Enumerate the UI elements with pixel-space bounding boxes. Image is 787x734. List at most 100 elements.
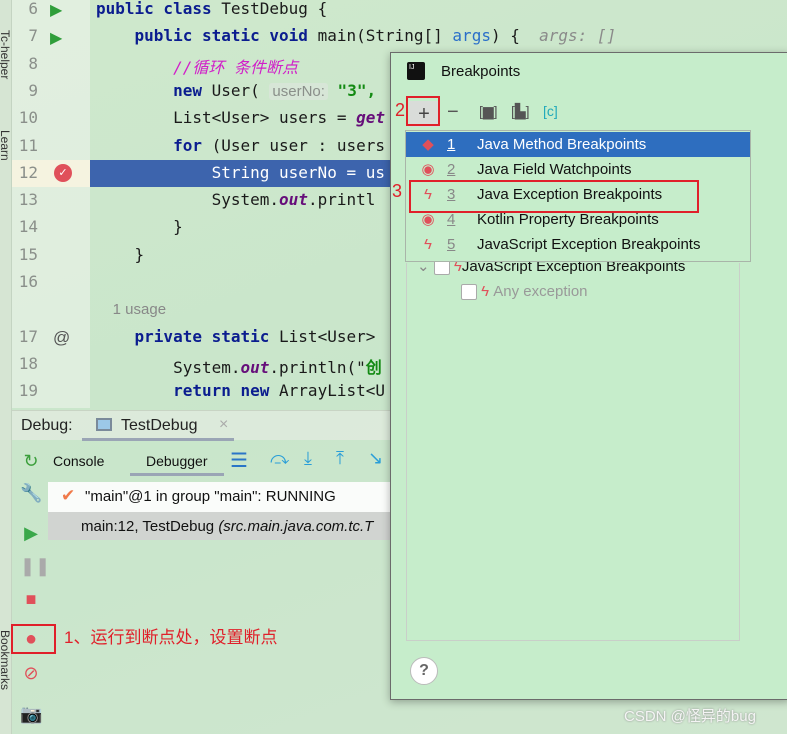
debug-label: Debug:	[21, 417, 73, 434]
tree-node[interactable]: ϟ Any exception	[461, 283, 588, 301]
thread-row[interactable]: ✔ "main"@1 in group "main": RUNNING	[48, 482, 390, 512]
code-line[interactable]: String userNo = us	[96, 163, 385, 182]
code-token: out	[240, 357, 270, 377]
rerun-icon[interactable]: ↻	[20, 450, 42, 472]
watermark: CSDN @怪异的bug	[624, 708, 756, 725]
breakpoint-icon[interactable]: ✓	[54, 164, 72, 182]
tab-console[interactable]: Console	[53, 453, 104, 469]
stop-icon[interactable]: ■	[20, 588, 42, 610]
menu-item-label: JavaScript Exception Breakpoints	[477, 236, 701, 253]
intellij-logo-icon: IJ	[407, 62, 425, 80]
frame-label: main:12, TestDebug (src.main.java.com.tc…	[81, 518, 374, 535]
close-icon[interactable]: ×	[219, 416, 228, 434]
menu-item-javascript-exception-breakpoints[interactable]: ϟ 5 JavaScript Exception Breakpoints	[406, 232, 750, 257]
camera-icon[interactable]: 📷	[20, 703, 42, 725]
code-token: System.	[96, 190, 280, 210]
line-number: 19	[18, 381, 38, 401]
highlight-box-step3	[409, 180, 699, 213]
side-tab-tc-helper[interactable]: Tc-helper	[0, 30, 12, 79]
remove-breakpoint-button[interactable]: −	[447, 101, 459, 124]
line-number: 18	[18, 353, 38, 373]
debug-toolbar: Debug: TestDebug ×	[12, 410, 390, 441]
line-number: 13	[18, 190, 38, 210]
code-token: (User user : users	[211, 135, 385, 155]
code-token: userNo:	[269, 82, 328, 100]
code-line[interactable]: }	[96, 245, 145, 264]
eye-icon: ◉	[421, 161, 435, 178]
highlight-box-step2	[406, 96, 440, 126]
mnemonic: 2	[447, 161, 456, 178]
code-token: .println("	[269, 357, 366, 377]
bolt-icon: ϟ	[481, 283, 490, 300]
code-line[interactable]: new User( userNo: "3",	[96, 81, 376, 100]
line-number: 7	[28, 26, 38, 46]
debugger-tabs: Console Debugger ☰ ⤼ ⤓ ⤒ ↘	[48, 445, 390, 478]
line-number: 15	[18, 244, 38, 264]
layout-menu-icon[interactable]: ☰	[230, 448, 248, 473]
tab-underline	[130, 473, 224, 476]
code-line[interactable]: System.out.println("创	[96, 354, 382, 378]
code-token: TestDebug {	[221, 0, 328, 18]
tab-debugger[interactable]: Debugger	[146, 453, 208, 469]
code-line[interactable]: List<User> users = get	[96, 108, 385, 127]
session-tab-testdebug[interactable]: TestDebug	[121, 417, 198, 435]
side-tab-learn[interactable]: Learn	[0, 130, 12, 161]
step-out-icon[interactable]: ⤒	[336, 448, 344, 469]
step-over-icon[interactable]: ⤼	[270, 448, 289, 469]
code-line[interactable]: private static List<User>	[96, 327, 376, 346]
mute-breakpoints-icon[interactable]: ⊘	[20, 662, 42, 684]
code-line[interactable]: return new ArrayList<U	[96, 381, 385, 400]
highlight-box-step1	[11, 624, 56, 654]
run-config-icon	[96, 418, 112, 431]
annotation-step3: 3	[392, 181, 403, 201]
checkbox[interactable]	[461, 284, 477, 301]
code-line[interactable]: //循环 条件断点	[96, 54, 298, 78]
code-line[interactable]: public static void main(String[] args) {…	[96, 26, 617, 46]
code-token: public static void	[96, 26, 318, 46]
frame-row[interactable]: main:12, TestDebug (src.main.java.com.tc…	[48, 512, 390, 540]
code-line[interactable]: 1 usage	[96, 299, 166, 318]
code-line[interactable]: }	[96, 217, 183, 236]
frame-path: (src.main.java.com.tc.T	[218, 518, 374, 535]
group-by-class-icon[interactable]: [c]	[543, 103, 558, 119]
line-number: 10	[18, 108, 38, 128]
resume-icon[interactable]: ▶	[20, 522, 42, 544]
step-into-icon[interactable]: ⤓	[304, 448, 312, 469]
check-icon: ✔	[61, 486, 76, 505]
line-number: 8	[28, 53, 38, 73]
code-line[interactable]: for (User user : users	[96, 136, 385, 155]
menu-item-label: Java Field Watchpoints	[477, 161, 632, 178]
code-token: main(String[]	[317, 26, 453, 46]
menu-item-java-method-breakpoints[interactable]: ◆ 1 Java Method Breakpoints	[406, 132, 750, 157]
line-number: 16	[18, 272, 38, 291]
run-to-cursor-icon[interactable]: ↘	[368, 448, 383, 469]
menu-item-java-field-watchpoints[interactable]: ◉ 2 Java Field Watchpoints	[406, 157, 750, 182]
annotation-at-icon: @	[53, 328, 71, 347]
code-token: ) {	[490, 26, 540, 46]
code-line[interactable]: System.out.printl	[96, 190, 376, 210]
help-button[interactable]: ?	[410, 657, 438, 685]
bolt-icon: ϟ	[424, 236, 432, 253]
run-icon[interactable]: ▶	[50, 0, 62, 20]
pause-icon[interactable]: ❚❚	[20, 555, 50, 577]
code-token: for	[96, 135, 212, 155]
code-token: public class	[96, 0, 222, 18]
code-token: out	[279, 190, 308, 210]
code-token: List<User> users =	[96, 108, 357, 128]
code-token: new	[96, 80, 212, 100]
code-line[interactable]: public class TestDebug {	[96, 0, 327, 18]
thread-status: "main"@1 in group "main": RUNNING	[85, 488, 336, 505]
group-by-file-icon[interactable]: [▙]	[511, 103, 530, 120]
code-token: "3",	[327, 80, 377, 100]
group-by-package-icon[interactable]: [▆]	[479, 103, 498, 120]
line-number: 12	[18, 162, 38, 182]
code-token: User(	[211, 80, 270, 100]
code-token: String userNo = us	[96, 162, 385, 182]
dialog-title: Breakpoints	[441, 63, 521, 80]
line-number: 14	[18, 217, 38, 237]
code-token: //循环 条件断点	[96, 57, 298, 77]
run-icon[interactable]: ▶	[50, 28, 62, 48]
annotation-step1: 1、运行到断点处，设置断点	[64, 628, 278, 647]
wrench-icon[interactable]: 🔧	[20, 482, 42, 504]
line-number: 9	[28, 80, 38, 100]
